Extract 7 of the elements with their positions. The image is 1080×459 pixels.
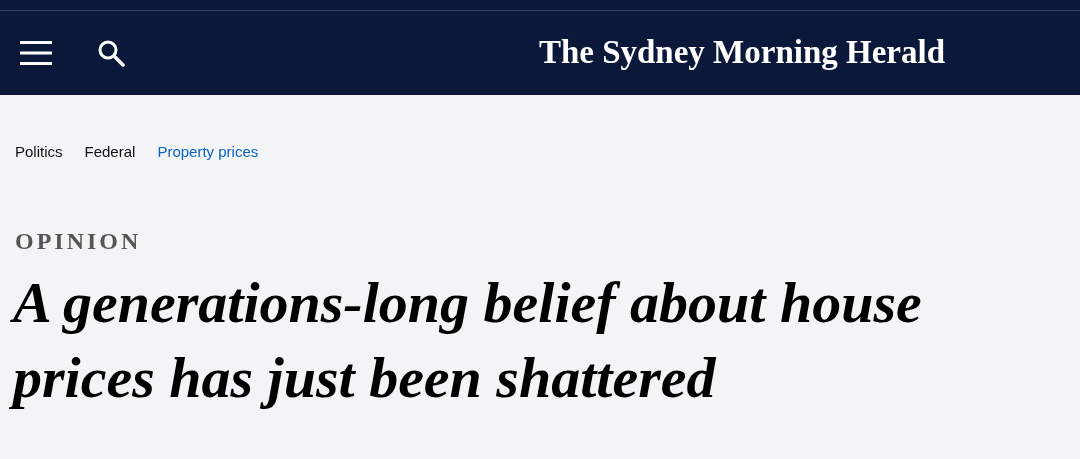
breadcrumb-link[interactable]: Federal — [84, 143, 136, 165]
menu-icon[interactable] — [20, 39, 52, 66]
search-icon[interactable] — [97, 38, 125, 67]
site-logo[interactable]: The Sydney Morning Herald — [538, 34, 945, 71]
breadcrumb-link[interactable]: Politics — [15, 143, 63, 165]
breadcrumb-link[interactable]: Property prices — [157, 143, 259, 165]
section-label: OPINION — [15, 227, 143, 255]
